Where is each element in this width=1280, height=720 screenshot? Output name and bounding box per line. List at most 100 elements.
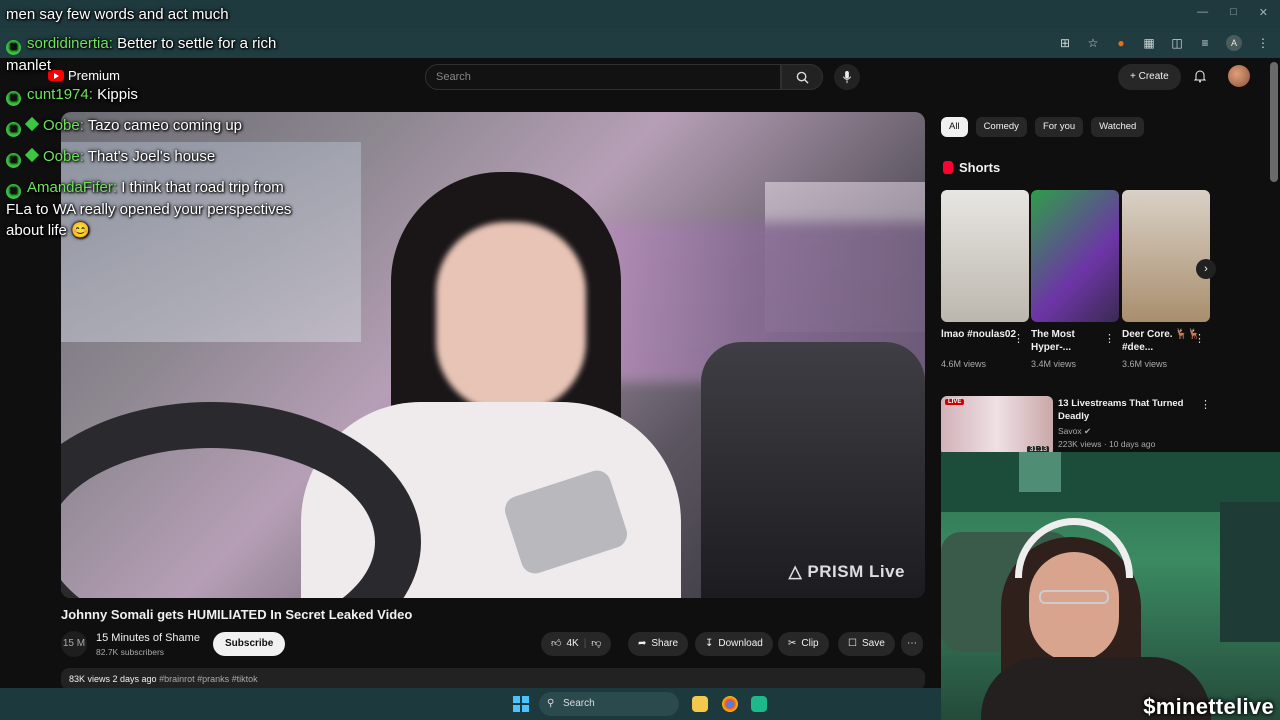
short-menu-icon[interactable]: ⋮ [1104, 332, 1115, 345]
recommended-channel[interactable]: Savox ✔ [1058, 426, 1091, 437]
shorts-heading: Shorts [959, 160, 1001, 175]
download-button[interactable]: ↧ Download [695, 632, 773, 656]
youtube-header: Premium Search + Create [0, 58, 1280, 96]
download-label: Download [718, 638, 763, 649]
maximize-icon[interactable]: □ [1230, 6, 1237, 19]
scissors-icon: ✂ [788, 638, 797, 649]
like-count[interactable]: 4K [566, 632, 578, 656]
car-seat [701, 342, 925, 598]
extension-orange-icon[interactable]: ● [1114, 36, 1128, 50]
hashtags[interactable]: #brainrot #pranks #tiktok [159, 674, 258, 684]
windows-taskbar: ⚲ Search [0, 688, 941, 720]
subscribe-button[interactable]: Subscribe [213, 632, 286, 656]
taskbar-search[interactable]: ⚲ Search [539, 692, 679, 716]
taskbar-search-label: Search [563, 698, 595, 709]
short-menu-icon[interactable]: ⋮ [1013, 332, 1024, 345]
windows-start-icon[interactable] [513, 696, 529, 712]
chat-text: FLa to WA really opened your perspective… [6, 201, 292, 218]
diamond-badge-icon [24, 116, 40, 132]
recommended-thumbnail[interactable]: LIVE 31:13 [941, 396, 1053, 456]
app-icon[interactable] [751, 696, 767, 712]
chat-badge-icon: ✖ [6, 184, 21, 199]
close-icon[interactable]: ✕ [1259, 6, 1268, 19]
prism-live-watermark: △ PRISM Live [788, 562, 905, 581]
user-avatar[interactable] [1228, 65, 1250, 87]
clip-label: Clip [801, 638, 819, 649]
chat-message: about life 😊 [6, 220, 90, 241]
shorts-next-arrow-icon[interactable]: › [1196, 259, 1216, 279]
short-thumbnail-2[interactable] [1031, 190, 1119, 322]
channel-text: Savox [1058, 426, 1082, 436]
share-label: Share [651, 638, 679, 649]
chat-username: sordidinertia: [27, 35, 113, 52]
chip-all[interactable]: All [941, 117, 968, 137]
taskbar-search-icon: ⚲ [547, 698, 555, 709]
filter-chips: All Comedy For you Watched [941, 117, 1145, 137]
short-thumbnail-1[interactable] [941, 190, 1029, 322]
browser-profile-avatar[interactable]: A [1226, 35, 1242, 51]
short-menu-icon[interactable]: ⋮ [1194, 332, 1205, 345]
chat-text: I think that road trip from [121, 179, 284, 196]
search-input[interactable]: Search [425, 64, 781, 90]
short-title-2[interactable]: The Most Hyper-... [1031, 328, 1111, 354]
recommended-title[interactable]: 13 Livestreams That Turned Deadly [1058, 397, 1188, 423]
thumbs-up-icon[interactable]: 👍︎ [551, 632, 561, 656]
chat-username: AmandaFifer: [27, 179, 118, 196]
chat-message: manlet [6, 55, 51, 76]
notifications-bell-icon[interactable] [1193, 69, 1207, 83]
more-actions-button[interactable]: ⋯ [901, 632, 923, 656]
cam-desk [1220, 502, 1280, 642]
headphones [1015, 518, 1133, 578]
chat-text: Better to settle for a rich [117, 35, 277, 52]
extensions-puzzle-icon[interactable]: ▦ [1142, 36, 1156, 50]
voice-search-button[interactable] [834, 64, 860, 90]
chat-username: cunt1974: [27, 86, 93, 103]
page-scrollbar[interactable] [1270, 62, 1278, 182]
webcam-overlay: $minettelive [941, 452, 1280, 720]
streamer-handle: $minettelive [1143, 694, 1274, 719]
recommended-meta: 223K views · 10 days ago [1058, 439, 1156, 449]
short-title-1[interactable]: lmao #noulas02 [941, 328, 1021, 341]
short-thumbnail-3[interactable] [1122, 190, 1210, 322]
chat-badge-icon: ✖ [6, 91, 21, 106]
channel-avatar[interactable]: 15 M [61, 631, 87, 657]
chat-username: Oobe: [43, 117, 84, 134]
chip-watched[interactable]: Watched [1091, 117, 1145, 137]
short-views-2: 3.4M views [1031, 359, 1077, 369]
screen: — □ ✕ ⊞ ☆ ● ▦ ◫ ≡ A ⋮ Premium Search + C… [0, 0, 1280, 720]
recommended-menu-icon[interactable]: ⋮ [1200, 398, 1211, 411]
chat-text: Kippis [97, 86, 138, 103]
thumbs-down-icon[interactable]: 👎︎ [591, 632, 601, 656]
sidebar-icon[interactable]: ◫ [1170, 36, 1184, 50]
views-date: 83K views 2 days ago [69, 674, 157, 684]
chat-text: about life 😊 [6, 222, 90, 239]
file-explorer-icon[interactable] [692, 696, 708, 712]
reading-list-icon[interactable]: ≡ [1198, 36, 1212, 50]
chat-message: men say few words and act much [6, 4, 229, 25]
chat-badge-icon: ✖ [6, 153, 21, 168]
short-views-3: 3.6M views [1122, 359, 1168, 369]
chip-for-you[interactable]: For you [1034, 117, 1084, 137]
youtube-logo[interactable]: Premium [48, 68, 120, 83]
bookmark-star-icon[interactable]: ☆ [1086, 36, 1100, 50]
clip-button[interactable]: ✂ Clip [778, 632, 829, 656]
chip-comedy[interactable]: Comedy [975, 117, 1027, 137]
minimize-icon[interactable]: — [1197, 6, 1208, 19]
share-button[interactable]: ➦ Share [628, 632, 689, 656]
chrome-icon[interactable] [722, 696, 738, 712]
short-title-3[interactable]: Deer Core. 🦌🦌 #dee... [1122, 328, 1202, 354]
chat-badge-icon: ✖ [6, 40, 21, 55]
chat-username: Oobe: [43, 148, 84, 165]
channel-name[interactable]: 15 Minutes of Shame [96, 632, 200, 644]
chat-text: That's Joel's house [87, 148, 216, 165]
more-icon: ⋯ [907, 638, 917, 649]
description-box[interactable]: 83K views 2 days ago #brainrot #pranks #… [61, 668, 925, 690]
blurred-face [436, 222, 586, 412]
create-label: Create [1138, 71, 1169, 82]
create-button[interactable]: + Create [1118, 64, 1181, 90]
live-badge: LIVE [945, 399, 965, 405]
browser-menu-icon[interactable]: ⋮ [1256, 36, 1270, 50]
search-button[interactable] [781, 64, 823, 90]
install-icon[interactable]: ⊞ [1058, 36, 1072, 50]
save-button[interactable]: ☐ Save [838, 632, 895, 656]
